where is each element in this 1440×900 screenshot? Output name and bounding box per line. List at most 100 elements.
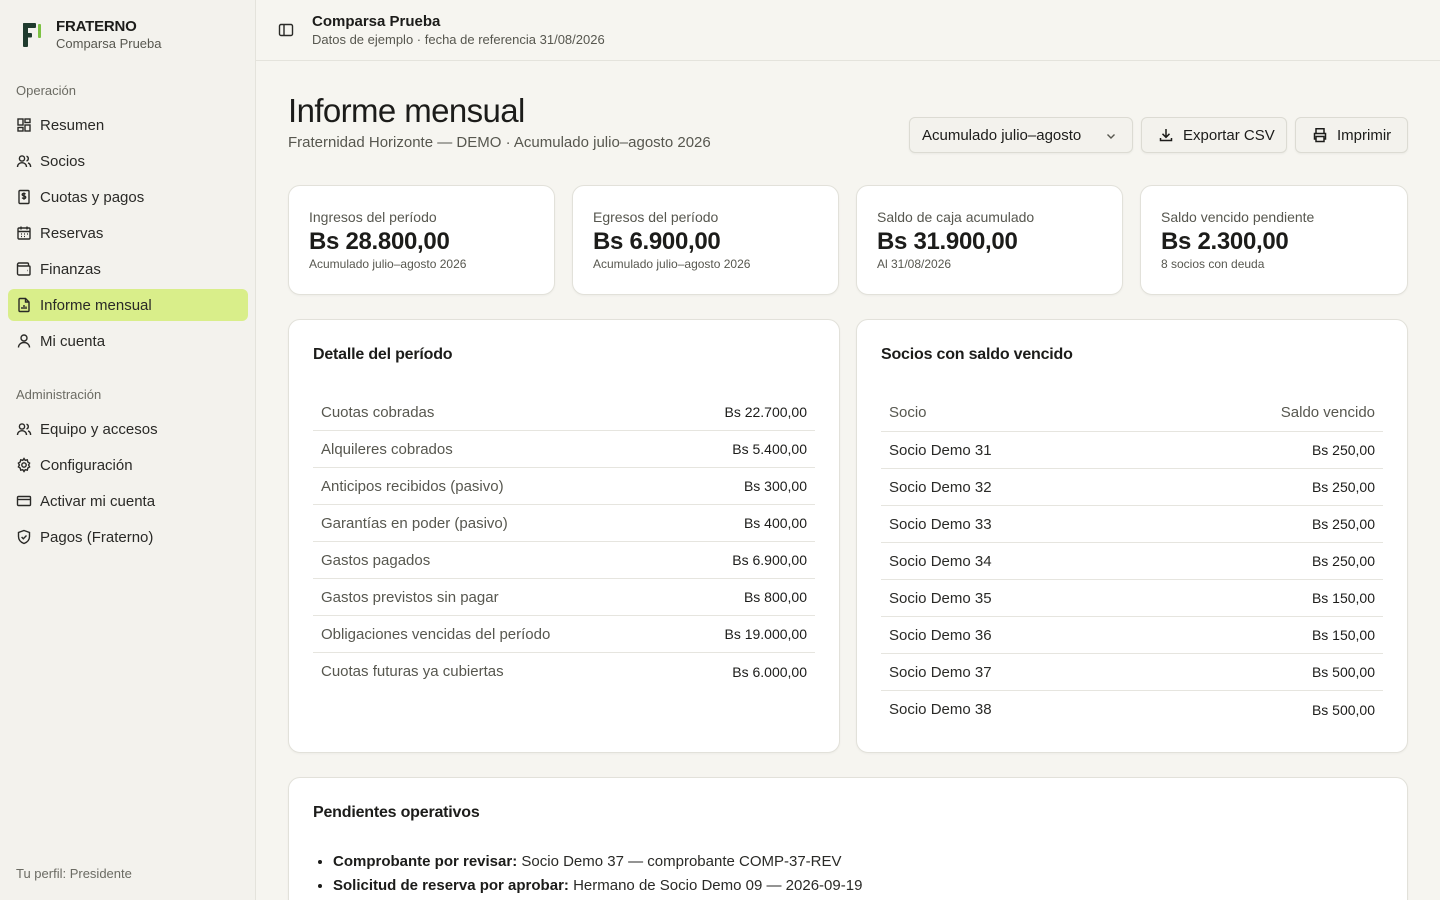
detalle-value: Bs 19.000,00 bbox=[724, 626, 807, 642]
socio-amount: Bs 250,00 bbox=[1311, 553, 1375, 569]
sidebar-item-label: Configuración bbox=[40, 456, 133, 474]
period-select[interactable]: Acumulado julio–agosto bbox=[909, 117, 1133, 153]
socio-name: Socio Demo 35 bbox=[889, 589, 992, 607]
table-row: Socio Demo 35 Bs 150,00 bbox=[881, 580, 1383, 617]
detalle-value: Bs 5.400,00 bbox=[732, 441, 807, 457]
column-header-saldo: Saldo vencido bbox=[1280, 404, 1375, 421]
detalle-row: Cuotas futuras ya cubiertas Bs 6.000,00 bbox=[313, 653, 815, 690]
period-select-value: Acumulado julio–agosto bbox=[922, 126, 1082, 144]
brand-name: FRATERNO bbox=[56, 18, 137, 35]
sidebar-item-configuracion[interactable]: Configuración bbox=[8, 449, 248, 481]
detalle-key: Anticipos recibidos (pasivo) bbox=[321, 477, 504, 495]
table-header: Socio Saldo vencido bbox=[881, 394, 1383, 432]
kpi-label: Saldo vencido pendiente bbox=[1161, 209, 1315, 225]
sidebar-item-label: Informe mensual bbox=[40, 296, 152, 314]
sidebar: FRATERNO Comparsa Prueba Operación Resum… bbox=[0, 0, 256, 900]
socio-name: Socio Demo 37 bbox=[889, 663, 992, 681]
sidebar-item-mi-cuenta[interactable]: Mi cuenta bbox=[8, 325, 248, 357]
kpi-subtext: Acumulado julio–agosto 2026 bbox=[309, 257, 467, 271]
table-row: Socio Demo 34 Bs 250,00 bbox=[881, 543, 1383, 580]
sidebar-item-label: Reservas bbox=[40, 224, 104, 242]
detalle-key: Alquileres cobrados bbox=[321, 440, 453, 458]
print-button[interactable]: Imprimir bbox=[1295, 117, 1408, 153]
table-row: Socio Demo 37 Bs 500,00 bbox=[881, 654, 1383, 691]
print-label: Imprimir bbox=[1337, 126, 1392, 144]
sidebar-item-label: Socios bbox=[40, 152, 86, 170]
socio-name: Socio Demo 34 bbox=[889, 552, 992, 570]
socios-vencidos-panel: Socios con saldo vencido Socio Saldo ven… bbox=[856, 319, 1408, 753]
kpi-card-saldo-vencido: Saldo vencido pendiente Bs 2.300,00 8 so… bbox=[1140, 185, 1408, 295]
sidebar-item-cuotas[interactable]: Cuotas y pagos bbox=[8, 181, 248, 213]
sidebar-item-socios[interactable]: Socios bbox=[8, 145, 248, 177]
detalle-row: Gastos previstos sin pagar Bs 800,00 bbox=[313, 579, 815, 616]
nav-section-operacion: Operación Resumen Socios Cuotas y pagos … bbox=[0, 81, 256, 361]
sidebar-item-pagos-fraterno[interactable]: Pagos (Fraterno) bbox=[8, 521, 248, 553]
report-icon bbox=[16, 297, 32, 313]
page-subtitle: Fraternidad Horizonte — DEMO · Acumulado… bbox=[288, 134, 711, 151]
sidebar-item-label: Pagos (Fraterno) bbox=[40, 528, 154, 546]
shield-icon bbox=[16, 529, 32, 545]
socio-amount: Bs 500,00 bbox=[1311, 664, 1375, 680]
card-icon bbox=[16, 493, 32, 509]
socios-title: Socios con saldo vencido bbox=[881, 346, 1073, 363]
receipt-icon bbox=[16, 189, 32, 205]
profile-role: Tu perfil: Presidente bbox=[16, 866, 132, 881]
topbar-title: Comparsa Prueba bbox=[312, 13, 441, 30]
socio-amount: Bs 500,00 bbox=[1311, 701, 1375, 718]
users-icon bbox=[16, 153, 32, 169]
sidebar-item-reservas[interactable]: Reservas bbox=[8, 217, 248, 249]
section-label-administracion: Administración bbox=[16, 387, 102, 402]
pendiente-label: Solicitud de reserva por aprobar: bbox=[333, 877, 569, 894]
sidebar-item-finanzas[interactable]: Finanzas bbox=[8, 253, 248, 285]
detalle-value: Bs 6.000,00 bbox=[732, 663, 807, 680]
pendientes-list: Comprobante por revisar: Socio Demo 37 —… bbox=[333, 850, 862, 898]
table-row: Socio Demo 32 Bs 250,00 bbox=[881, 469, 1383, 506]
table-row: Socio Demo 36 Bs 150,00 bbox=[881, 617, 1383, 654]
kpi-label: Saldo de caja acumulado bbox=[877, 209, 1035, 225]
kpi-value: Bs 6.900,00 bbox=[593, 228, 721, 255]
sidebar-item-label: Activar mi cuenta bbox=[40, 492, 156, 510]
sidebar-item-label: Equipo y accesos bbox=[40, 420, 158, 438]
chevron-down-icon bbox=[1107, 134, 1115, 139]
socio-name: Socio Demo 36 bbox=[889, 626, 992, 644]
kpi-value: Bs 31.900,00 bbox=[877, 228, 1018, 255]
grid-icon bbox=[16, 117, 32, 133]
sidebar-item-activar-cuenta[interactable]: Activar mi cuenta bbox=[8, 485, 248, 517]
pendientes-title: Pendientes operativos bbox=[313, 804, 480, 821]
column-header-socio: Socio bbox=[889, 404, 927, 421]
socio-amount: Bs 250,00 bbox=[1311, 442, 1375, 458]
kpi-value: Bs 28.800,00 bbox=[309, 228, 450, 255]
pendiente-label: Comprobante por revisar: bbox=[333, 853, 518, 870]
detalle-value: Bs 22.700,00 bbox=[724, 404, 807, 420]
detalle-key: Obligaciones vencidas del período bbox=[321, 625, 551, 643]
detalle-key: Cuotas cobradas bbox=[321, 403, 435, 421]
socio-name: Socio Demo 33 bbox=[889, 515, 992, 533]
section-label-operacion: Operación bbox=[16, 83, 76, 98]
kpi-card-ingresos: Ingresos del período Bs 28.800,00 Acumul… bbox=[288, 185, 555, 295]
detalle-panel: Detalle del período Cuotas cobradas Bs 22… bbox=[288, 319, 840, 753]
pendiente-detail: Hermano de Socio Demo 09 — 2026-09-19 bbox=[573, 877, 863, 894]
sidebar-item-label: Resumen bbox=[40, 116, 105, 134]
sidebar-item-informe-mensual[interactable]: Informe mensual bbox=[8, 289, 248, 321]
brand[interactable]: FRATERNO Comparsa Prueba bbox=[20, 18, 162, 52]
sidebar-item-resumen[interactable]: Resumen bbox=[8, 109, 248, 141]
page-title: Informe mensual bbox=[288, 92, 525, 129]
detalle-row: Gastos pagados Bs 6.900,00 bbox=[313, 542, 815, 579]
socio-amount: Bs 150,00 bbox=[1311, 627, 1375, 643]
socio-amount: Bs 250,00 bbox=[1311, 516, 1375, 532]
detalle-row: Garantías en poder (pasivo) Bs 400,00 bbox=[313, 505, 815, 542]
table-row: Socio Demo 31 Bs 250,00 bbox=[881, 432, 1383, 469]
sidebar-item-equipo[interactable]: Equipo y accesos bbox=[8, 413, 248, 445]
detalle-row: Obligaciones vencidas del período Bs 19.0… bbox=[313, 616, 815, 653]
table-row: Socio Demo 38 Bs 500,00 bbox=[881, 691, 1383, 728]
gear-icon bbox=[16, 457, 32, 473]
socio-name: Socio Demo 31 bbox=[889, 441, 992, 459]
export-csv-button[interactable]: Exportar CSV bbox=[1141, 117, 1287, 153]
detalle-key: Garantías en poder (pasivo) bbox=[321, 514, 508, 532]
sidebar-toggle-icon[interactable] bbox=[278, 22, 294, 38]
kpi-card-egresos: Egresos del período Bs 6.900,00 Acumulad… bbox=[572, 185, 839, 295]
nav-section-administracion: Administración Equipo y accesos Configur… bbox=[0, 385, 256, 557]
user-icon bbox=[16, 333, 32, 349]
socio-amount: Bs 150,00 bbox=[1311, 590, 1375, 606]
kpi-label: Egresos del período bbox=[593, 209, 719, 225]
